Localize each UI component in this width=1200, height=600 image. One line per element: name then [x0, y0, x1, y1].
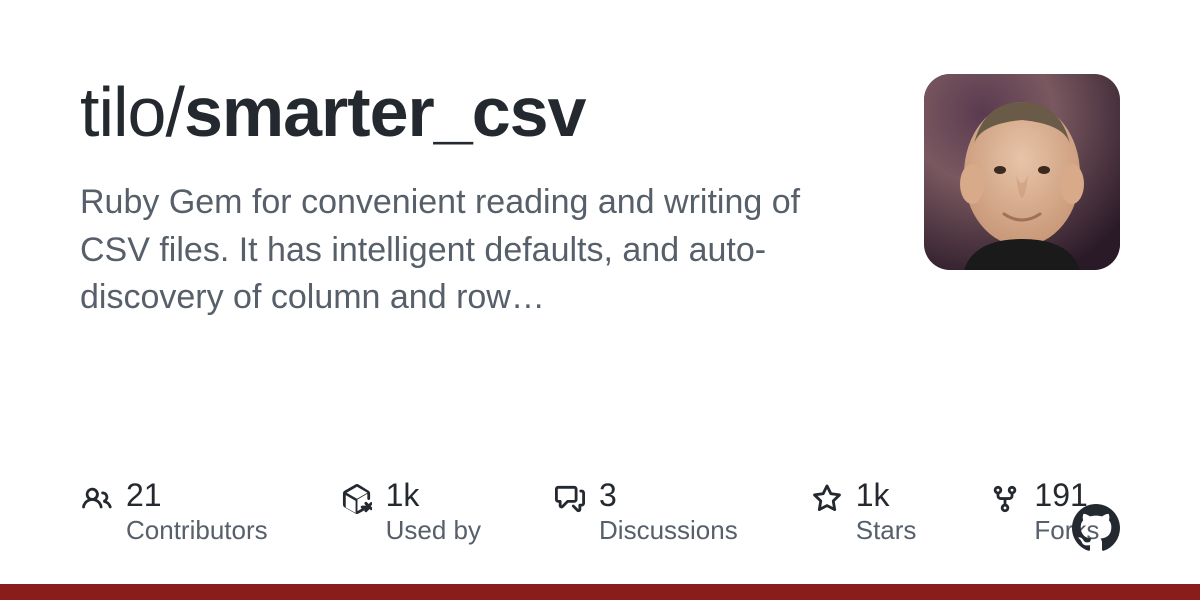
card-content: tilo/smarter_csv Ruby Gem for convenient… — [0, 0, 1200, 322]
stat-discussions[interactable]: 3 Discussions — [553, 478, 738, 546]
repo-name[interactable]: smarter_csv — [184, 73, 586, 151]
star-icon — [810, 482, 844, 516]
stat-value: 3 — [599, 478, 738, 513]
stat-text: 1k Stars — [856, 478, 917, 546]
repo-title[interactable]: tilo/smarter_csv — [80, 74, 880, 151]
stat-label: Discussions — [599, 515, 738, 546]
stat-stars[interactable]: 1k Stars — [810, 478, 917, 546]
stat-text: 1k Used by — [386, 478, 481, 546]
repo-separator: / — [165, 73, 183, 151]
stat-text: 3 Discussions — [599, 478, 738, 546]
stat-used-by[interactable]: 1k Used by — [340, 478, 481, 546]
stats-row: 21 Contributors 1k Used by 3 Discussions… — [80, 478, 1120, 546]
github-logo-icon[interactable] — [1072, 504, 1120, 552]
stat-label: Used by — [386, 515, 481, 546]
stat-value: 21 — [126, 478, 268, 513]
stat-contributors[interactable]: 21 Contributors — [80, 478, 268, 546]
avatar-container — [924, 74, 1120, 322]
people-icon — [80, 482, 114, 516]
repo-description: Ruby Gem for convenient reading and writ… — [80, 179, 840, 322]
stat-value: 1k — [856, 478, 917, 513]
accent-bar — [0, 584, 1200, 600]
stat-label: Stars — [856, 515, 917, 546]
repo-owner[interactable]: tilo — [80, 73, 165, 151]
main-column: tilo/smarter_csv Ruby Gem for convenient… — [80, 74, 880, 322]
stat-text: 21 Contributors — [126, 478, 268, 546]
package-dependents-icon — [340, 482, 374, 516]
stat-label: Contributors — [126, 515, 268, 546]
comment-discussion-icon — [553, 482, 587, 516]
stat-value: 1k — [386, 478, 481, 513]
owner-avatar[interactable] — [924, 74, 1120, 270]
repo-forked-icon — [988, 482, 1022, 516]
